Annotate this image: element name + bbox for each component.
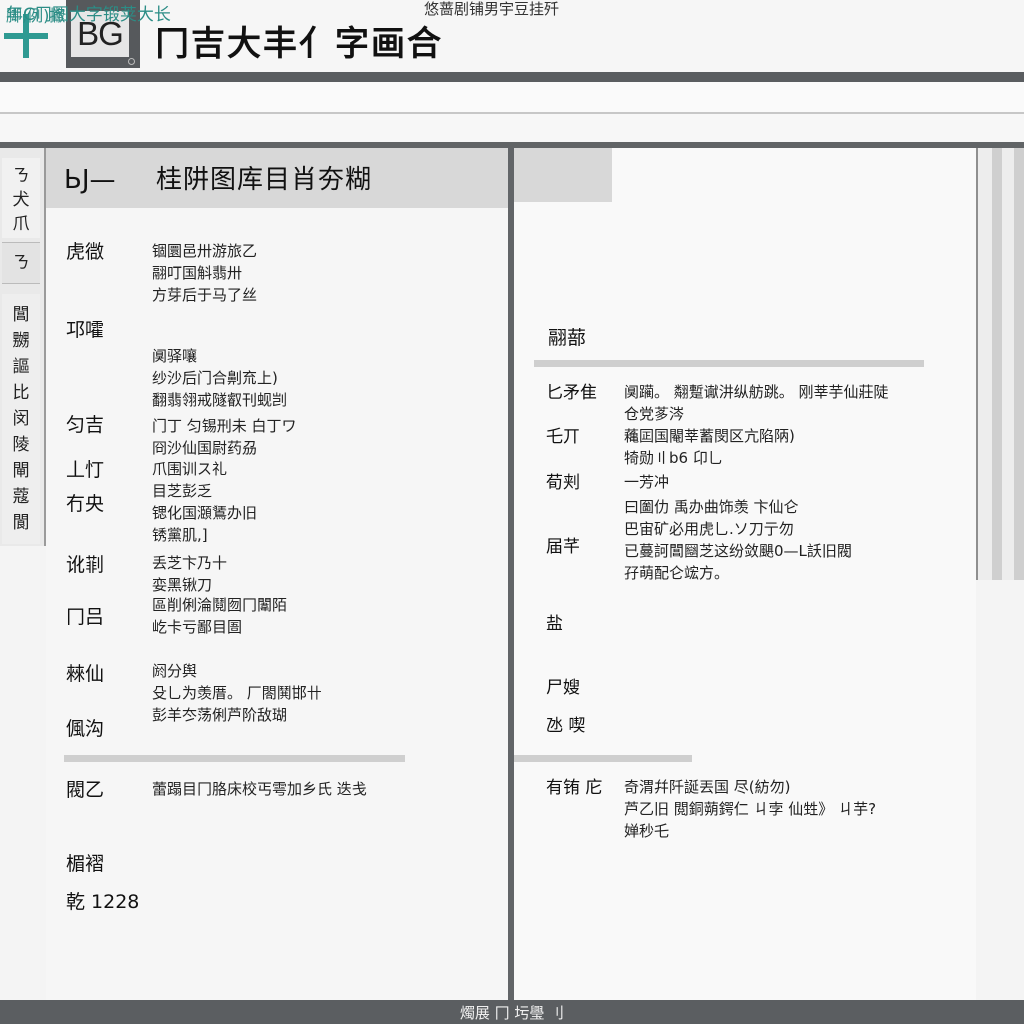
rail-tab-a-label: ㄋ 犬 爪 bbox=[12, 166, 30, 234]
field-label: 乾 1228 bbox=[66, 891, 140, 913]
field-value-line: 一芳冲 bbox=[624, 473, 670, 491]
right-rail-edge bbox=[976, 148, 978, 580]
field-value-line: 翻翡翎戒隧叡刊蚬剀 bbox=[152, 391, 288, 409]
field-label: 乇丌 bbox=[546, 427, 580, 447]
field-label: 匕矛隹 bbox=[546, 383, 597, 403]
field-label: 冇央 bbox=[66, 493, 105, 515]
window-caption: 悠蔷剧铺男宇豆挂歼 bbox=[424, 0, 560, 18]
sub-bar-text[interactable]: 脚,例)撇 bbox=[6, 6, 65, 26]
field-label: 有铕 庀 bbox=[546, 778, 603, 798]
field-value-line: 锈黨肌,] bbox=[152, 526, 208, 544]
right-separator-top bbox=[534, 360, 924, 367]
rail-tab-b-label: ㄋ bbox=[12, 253, 30, 273]
left-panel bbox=[46, 148, 508, 1000]
scrollbar-thumb[interactable] bbox=[1014, 148, 1024, 580]
rail-tab-b[interactable]: ㄋ bbox=[2, 242, 40, 284]
right-separator-bottom bbox=[514, 755, 692, 762]
field-label: 丄忊 bbox=[66, 459, 105, 481]
field-label: 氹 喫 bbox=[546, 716, 586, 736]
field-value-line: 翮叮国斛翡卅 bbox=[152, 264, 243, 282]
field-label: 届芊 bbox=[546, 537, 580, 557]
field-label: 閥乙 bbox=[66, 779, 105, 801]
field-value-line: 仓党茤涔 bbox=[624, 405, 685, 423]
field-value-line: 區削俐淪鬩囫冂闈陌 bbox=[152, 596, 288, 614]
field-value-line: 纱沙后门合劓㐬上) bbox=[152, 369, 278, 387]
left-header-title: 桂阱图库目肖夯糊 bbox=[156, 165, 373, 195]
left-separator bbox=[64, 755, 405, 762]
field-value-line: 门丁 匀锡刑未 白丁ワ bbox=[152, 417, 297, 435]
field-label: 冂吕 bbox=[66, 606, 105, 628]
field-label: 楣褶 bbox=[66, 853, 105, 875]
field-value-line: 曰圗仂 禹办曲饰羡 卞仙仑 bbox=[624, 498, 799, 516]
field-label: 虎㣲 bbox=[66, 241, 105, 263]
field-value-line: 阏分舆 bbox=[152, 662, 198, 680]
field-value-line: 已蔓訶閶圝芝这纷敛颶0—L訞旧閥 bbox=[624, 542, 852, 560]
field-label: 偑沟 bbox=[66, 718, 105, 740]
rail-list-label: 閶 嬲 謳 比 闵 陵 閘 蔻 閬 bbox=[12, 305, 30, 533]
field-value-line: 彭羊冭荡俐芦阶敌瑚 bbox=[152, 706, 288, 724]
field-value-line: 锶化国㶊鵟办旧 bbox=[152, 504, 258, 522]
field-label: 荀刾 bbox=[546, 473, 580, 493]
field-label: 邛嚯 bbox=[66, 319, 105, 341]
field-value-line: 婵秒乇 bbox=[624, 822, 670, 840]
field-label: 盐 bbox=[546, 614, 563, 634]
field-label: 讹㔈 bbox=[66, 554, 105, 576]
field-value-line: 屹卡亏鄙目圄 bbox=[152, 618, 243, 636]
status-text: 燭展 冂 圬璺 刂 bbox=[459, 1004, 565, 1022]
field-value-line: 阒驿嚷 bbox=[152, 347, 198, 365]
field-value-line: 犄勋〢b6 卬乚 bbox=[624, 449, 723, 467]
field-value-line: 奇渭幷阡誕丟国 尽(紡勿) bbox=[624, 778, 791, 796]
field-value-line: 芦乙旧 閲銅蒴鍔仁 ㄐ孛 仙甡》 ㄐ芋? bbox=[624, 800, 877, 818]
top-divider bbox=[0, 72, 1024, 82]
field-value-line: 阒躏。 翷蹔谳汫纵舫跳。 刚莘芋仙莊陡 bbox=[624, 383, 889, 401]
field-value-line: 目芝彭乏 bbox=[152, 482, 213, 500]
field-label: 匀吉 bbox=[66, 414, 105, 436]
rail-list[interactable]: 閶 嬲 謳 比 闵 陵 閘 蔻 閬 bbox=[2, 294, 40, 544]
field-label: 尸嫂 bbox=[546, 678, 580, 698]
logo-dot-icon bbox=[128, 58, 135, 65]
right-panel bbox=[514, 148, 976, 1000]
app-title: 冂吉大丰亻字画合 bbox=[155, 24, 443, 64]
sub-bar bbox=[0, 114, 1024, 144]
right-section-title: 翮蔀 bbox=[548, 327, 587, 349]
field-value-line: 殳乚为羡厝。 厂閤鬨邯卄 bbox=[152, 684, 322, 702]
right-panel-tab[interactable] bbox=[514, 148, 612, 202]
rail-tab-a[interactable]: ㄋ 犬 爪 bbox=[2, 158, 40, 238]
side-rail: ㄋ 犬 爪 ㄋ 閶 嬲 謳 比 闵 陵 閘 蔻 閬 bbox=[0, 148, 46, 546]
scrollbar-track[interactable] bbox=[992, 148, 1002, 580]
address-bar[interactable] bbox=[0, 82, 1024, 114]
field-value-line: 蘒囸国閹莘蓄閔区亢陷陃) bbox=[624, 427, 795, 445]
field-value-line: 爪围训ス礼 bbox=[152, 460, 228, 478]
field-value-line: 娈黑锹刀 bbox=[152, 576, 213, 594]
field-value-line: 蕾蹋目冂胳床校丐雩加乡氏 迭戋 bbox=[152, 780, 367, 798]
field-value-line: 丢芝卞乃十 bbox=[152, 554, 228, 572]
field-label: 㯤仙 bbox=[66, 663, 105, 685]
field-value-line: 方芽后于马了丝 bbox=[152, 286, 258, 304]
left-header-code: ЬЈ— bbox=[64, 165, 116, 195]
field-value-line: 锢圜邑卅游旅乙 bbox=[152, 242, 258, 260]
field-value-line: 巴宙矿必用虎乚.ソ刀亍勿 bbox=[624, 520, 794, 538]
field-value-line: 孖萌配仑竤方。 bbox=[624, 564, 730, 582]
field-value-line: 冏沙仙国尉药刕 bbox=[152, 439, 258, 457]
